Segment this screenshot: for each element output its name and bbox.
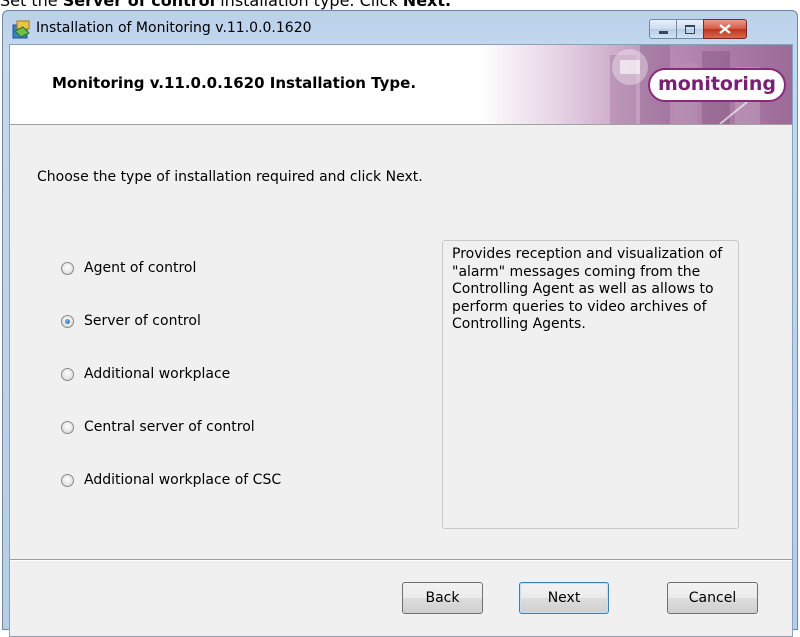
description-panel: Provides reception and visualization of … bbox=[442, 240, 739, 529]
monitoring-logo: monitoring bbox=[647, 68, 786, 102]
radio-button[interactable] bbox=[61, 367, 74, 381]
window-title: Installation of Monitoring v.11.0.0.1620 bbox=[36, 20, 312, 36]
page-title: Monitoring v.11.0.0.1620 Installation Ty… bbox=[52, 74, 417, 92]
installer-window: Installation of Monitoring v.11.0.0.1620… bbox=[2, 10, 798, 637]
close-button[interactable] bbox=[703, 19, 747, 39]
installer-app-icon bbox=[11, 19, 33, 41]
close-icon bbox=[719, 24, 731, 34]
maximize-button[interactable] bbox=[676, 19, 704, 39]
radio-button[interactable] bbox=[61, 261, 74, 275]
title-bar[interactable]: Installation of Monitoring v.11.0.0.1620 bbox=[3, 11, 797, 47]
radio-label: Additional workplace of CSC bbox=[84, 472, 282, 488]
radio-button[interactable] bbox=[61, 473, 74, 487]
minimize-button[interactable] bbox=[649, 19, 677, 39]
radio-label: Agent of control bbox=[84, 260, 197, 276]
description-text: Provides reception and visualization of … bbox=[452, 246, 723, 332]
radio-label: Central server of control bbox=[84, 419, 255, 435]
instruction-text: Choose the type of installation required… bbox=[37, 169, 423, 185]
radio-option-additional-workplace-csc[interactable]: Additional workplace of CSC bbox=[61, 470, 281, 490]
footer-divider bbox=[10, 559, 792, 561]
next-button[interactable]: Next bbox=[519, 582, 609, 614]
radio-button[interactable] bbox=[61, 420, 74, 434]
radio-option-agent-of-control[interactable]: Agent of control bbox=[61, 258, 196, 278]
radio-option-central-server[interactable]: Central server of control bbox=[61, 417, 255, 437]
back-button[interactable]: Back bbox=[402, 582, 483, 614]
header-banner: Monitoring v.11.0.0.1620 Installation Ty… bbox=[10, 45, 792, 125]
radio-label: Additional workplace bbox=[84, 366, 231, 382]
dialog-body: Monitoring v.11.0.0.1620 Installation Ty… bbox=[9, 44, 793, 637]
minimize-icon bbox=[658, 30, 668, 34]
cancel-button[interactable]: Cancel bbox=[667, 582, 758, 614]
radio-label: Server of control bbox=[84, 313, 201, 329]
radio-option-server-of-control[interactable]: Server of control bbox=[61, 311, 201, 331]
maximize-icon bbox=[685, 24, 695, 34]
radio-button[interactable] bbox=[61, 314, 74, 328]
radio-option-additional-workplace[interactable]: Additional workplace bbox=[61, 364, 230, 384]
